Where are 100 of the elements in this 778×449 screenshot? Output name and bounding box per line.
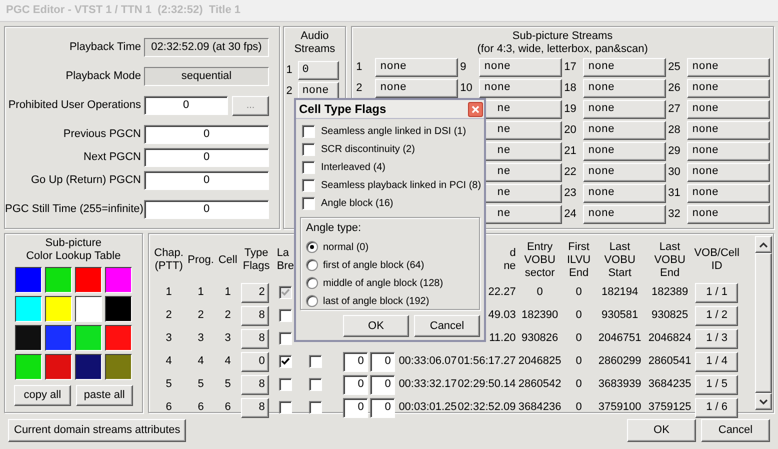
table-cell-text: 182390 xyxy=(521,308,558,324)
radio-label: middle of angle block (128) xyxy=(323,276,444,290)
stream-number: 22 xyxy=(564,165,578,180)
column-header: d ne xyxy=(504,247,516,273)
stream-number: 29 xyxy=(668,144,682,160)
table-cell-text: 3 xyxy=(166,331,172,346)
stream-number: 26 xyxy=(668,81,682,96)
checkbox-label: SCR discontinuity (2) xyxy=(321,143,415,157)
table-cell-text: 182389 xyxy=(651,285,688,300)
table-cell-text: 2046825 xyxy=(518,354,562,370)
readonly-field: 02:32:52.09 (at 30 fps) xyxy=(144,38,269,57)
table-cell-text: 1 xyxy=(224,285,231,300)
table-cell-text: 1 xyxy=(166,285,172,300)
field-label: Playback Mode xyxy=(64,69,142,84)
table-cell-text: 3 xyxy=(224,331,231,346)
table-cell-text: 3684235 xyxy=(648,377,692,392)
column-header: La Bre xyxy=(276,247,294,273)
table-cell-text: 0 xyxy=(576,285,582,300)
table-cell-text: 01:56:17.27 xyxy=(458,354,516,370)
table-cell-text: 02:29:50.14 xyxy=(458,377,516,392)
table-cell-text: 2860541 xyxy=(648,354,692,370)
field-label: Previous PGCN xyxy=(62,127,142,142)
table-cell-text: 5 xyxy=(224,377,231,392)
checkbox-label: Angle block (16) xyxy=(321,197,394,211)
stream-number: 1 xyxy=(356,60,364,76)
stream-number: 23 xyxy=(564,186,578,202)
table-cell-text: 1 xyxy=(198,285,204,300)
table-cell-text: 3684236 xyxy=(518,400,562,416)
table-cell-text: 4 xyxy=(166,354,172,370)
table-cell-text: 930581 xyxy=(601,308,638,324)
stream-number: 18 xyxy=(564,81,578,96)
column-header: Type Flags xyxy=(242,247,270,273)
table-cell-text: 49.03 xyxy=(488,308,516,324)
table-cell-text: 2 xyxy=(166,308,172,324)
stream-number: 30 xyxy=(668,165,682,180)
stream-number: 10 xyxy=(460,81,474,96)
table-cell-text: 0 xyxy=(576,331,582,346)
stream-number: 24 xyxy=(564,207,578,222)
stream-number: 21 xyxy=(564,144,578,160)
table-cell-text: 0 xyxy=(536,285,543,300)
stream-number: 28 xyxy=(668,123,682,138)
checkbox-label: Interleaved (4) xyxy=(321,161,386,175)
panel-title: Sub-picture Streams (for 4:3, wide, letterbox, pan&scan) xyxy=(477,30,648,56)
stream-number: 1 xyxy=(286,63,294,78)
column-header: VOB/Cell ID xyxy=(694,247,740,273)
table-cell-text: 2860299 xyxy=(598,354,642,370)
table-cell-text: 3759100 xyxy=(598,400,642,416)
table-cell-text: 2860542 xyxy=(518,377,562,392)
window-title: PGC Editor - VTST 1 / TTN 1 (2:32:52) Title 1 xyxy=(6,3,241,18)
table-cell-text: 11.20 xyxy=(489,331,516,346)
field-label: Go Up (Return) PGCN xyxy=(30,173,142,188)
column-header: Prog. xyxy=(188,254,214,266)
table-cell-text: 4 xyxy=(224,354,231,370)
table-cell-text: 6 xyxy=(198,400,204,416)
radio-label: last of angle block (192) xyxy=(323,294,430,308)
table-cell-text: 3 xyxy=(198,331,204,346)
checkbox-label: Seamless playback linked in PCI (8) xyxy=(321,179,482,193)
table-cell-text: 5 xyxy=(198,377,204,392)
panel-title: Sub-picture Color Lookup Table xyxy=(26,237,121,263)
table-cell-text: 930825 xyxy=(651,308,688,324)
table-cell-text: 2046751 xyxy=(598,331,642,346)
field-label: Playback Time xyxy=(68,40,142,56)
table-cell-text: 6 xyxy=(166,400,172,416)
stream-number: 9 xyxy=(460,60,468,76)
stream-number: 17 xyxy=(564,60,578,76)
stream-number: 20 xyxy=(564,123,578,138)
table-cell-text: 5 xyxy=(166,377,172,392)
checkbox-label: Seamless angle linked in DSI (1) xyxy=(321,125,466,139)
table-cell-text: 6 xyxy=(224,400,231,416)
column-header: First ILVU End xyxy=(566,240,591,280)
table-cell-text: 02:32:52.09 xyxy=(458,400,516,416)
table-cell-text: 2046824 xyxy=(648,331,692,346)
readonly-field: sequential xyxy=(144,67,269,86)
stream-number: 27 xyxy=(668,102,682,118)
field-label: PGC Still Time (255=infinite) xyxy=(5,202,144,218)
radio-label: normal (0) xyxy=(323,240,369,254)
column-header: Last VOBU End xyxy=(654,240,686,280)
column-header: Last VOBU Start xyxy=(604,240,636,280)
table-cell-text: 3683939 xyxy=(598,377,642,392)
table-cell-text: 0 xyxy=(576,354,582,370)
stream-number: 19 xyxy=(564,102,578,118)
stream-number: 31 xyxy=(668,186,682,202)
table-cell-text: 00:33:32.17 xyxy=(398,377,457,392)
table-cell-text: 22.27 xyxy=(488,285,516,300)
stream-number: 2 xyxy=(356,81,364,96)
field-label: Prohibited User Operations xyxy=(7,98,142,114)
dialog-title: Cell Type Flags xyxy=(299,101,386,118)
column-header: Entry VOBU sector xyxy=(524,240,556,280)
table-cell-text: 00:03:01.25 xyxy=(398,400,457,416)
radio-label: first of angle block (64) xyxy=(323,258,424,272)
column-header: Chap. (PTT) xyxy=(154,247,184,273)
stream-number: 25 xyxy=(668,60,682,76)
table-cell-text: 0 xyxy=(576,308,582,324)
stream-number: 2 xyxy=(286,84,294,100)
table-cell-text: 00:33:06.07 xyxy=(398,354,457,370)
table-cell-text: 930826 xyxy=(521,331,558,346)
table-cell-text: 0 xyxy=(576,400,582,416)
field-label: Next PGCN xyxy=(82,150,142,166)
table-cell-text: 4 xyxy=(198,354,204,370)
stream-number: 32 xyxy=(668,207,682,222)
